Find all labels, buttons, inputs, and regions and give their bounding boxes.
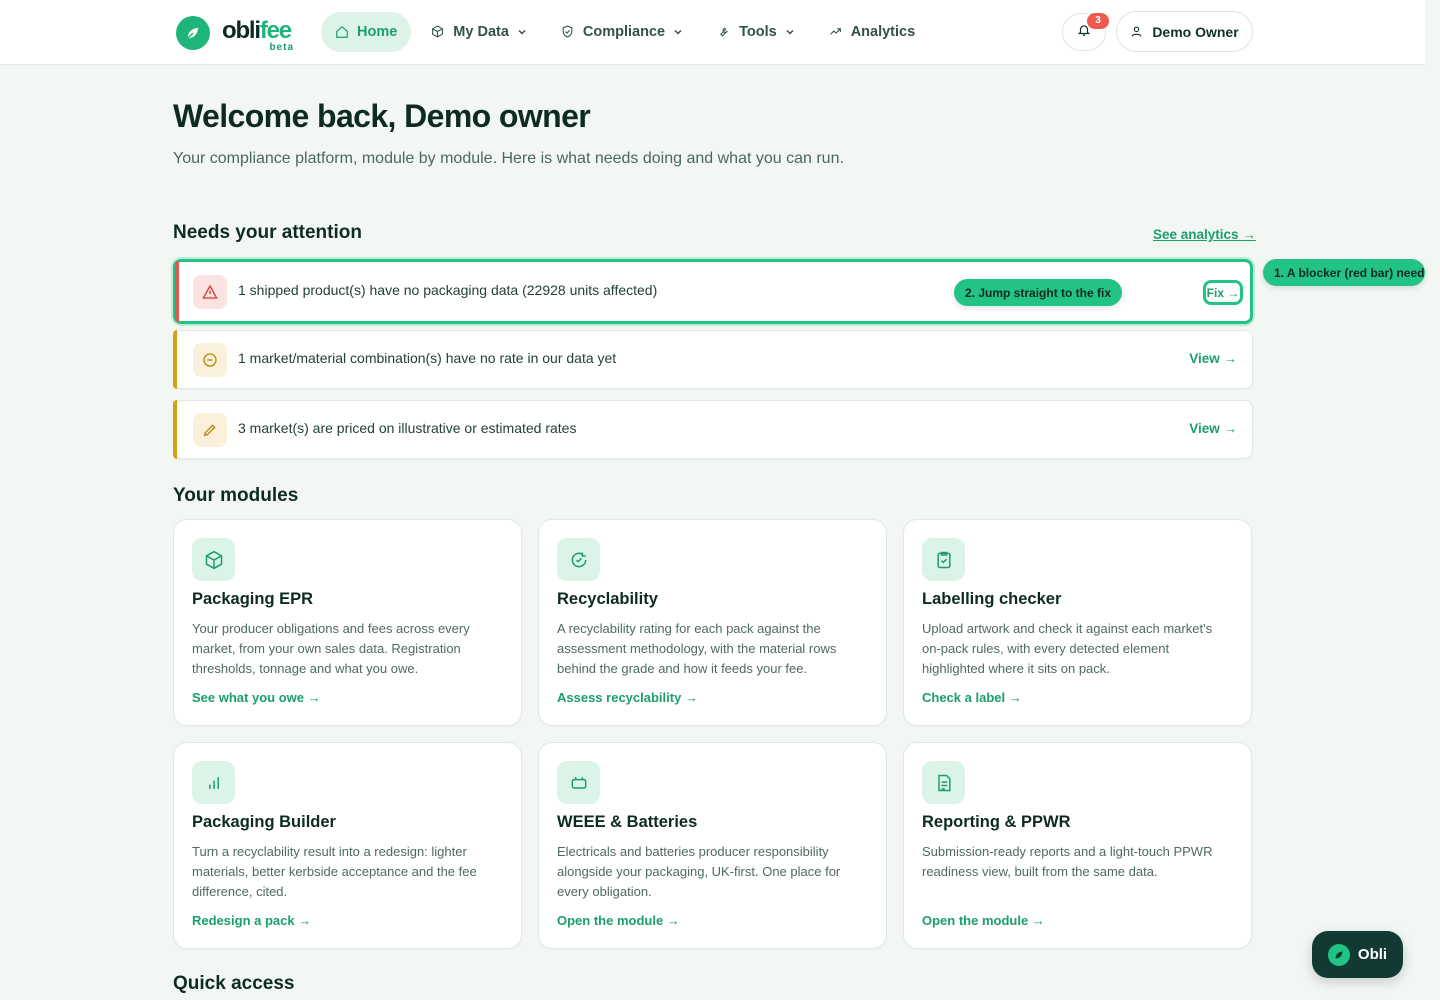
module-description: Electricals and batteries producer respo… [557, 844, 841, 899]
module-description: A recyclability rating for each pack aga… [557, 621, 837, 676]
user-icon [1130, 25, 1144, 39]
page-title: Welcome back, Demo owner [173, 98, 591, 134]
attention-item-estimated-rates[interactable]: 3 market(s) are priced on illustrative o… [173, 400, 1253, 459]
module-link[interactable]: Open the module → [557, 913, 680, 928]
module-description: Your producer obligations and fees acros… [192, 621, 470, 676]
nav-analytics[interactable]: Analytics [815, 12, 929, 52]
home-icon [335, 25, 349, 39]
module-card-packaging-epr[interactable]: Packaging EPR Your producer obligations … [173, 519, 522, 726]
attention-item-text: 3 market(s) are priced on illustrative o… [238, 420, 577, 436]
obli-assistant-button[interactable]: Obli [1312, 931, 1403, 978]
brand-wordmark: oblifee beta [222, 13, 294, 53]
module-description: Submission-ready reports and a light-tou… [922, 844, 1213, 879]
leaf-icon [1327, 943, 1350, 966]
module-title: Packaging EPR [192, 590, 314, 608]
cube-icon [431, 25, 445, 39]
chevron-down-icon [785, 27, 795, 37]
module-description: Turn a recyclability result into a redes… [192, 844, 477, 899]
warning-triangle-icon [193, 275, 227, 309]
user-name: Demo Owner [1152, 23, 1239, 40]
recycle-icon [557, 538, 600, 581]
module-card-recyclability[interactable]: Recyclability A recyclability rating for… [538, 519, 887, 726]
module-card-weee-batteries[interactable]: WEEE & Batteries Electricals and batteri… [538, 742, 887, 949]
nav-analytics-label: Analytics [850, 24, 916, 40]
module-title: Labelling checker [922, 590, 1062, 608]
module-link[interactable]: Redesign a pack → [192, 913, 311, 928]
attention-section-title: Needs your attention [173, 222, 362, 243]
module-title: Recyclability [557, 590, 658, 608]
severity-bar [173, 330, 177, 389]
obli-assistant-label: Obli [1357, 946, 1388, 963]
page-subtitle: Your compliance platform, module by modu… [173, 150, 844, 167]
module-card-packaging-builder[interactable]: Packaging Builder Turn a recyclability r… [173, 742, 522, 949]
user-menu-button[interactable]: Demo Owner [1116, 11, 1253, 52]
module-title: WEEE & Batteries [557, 813, 698, 831]
tour-step-1-tooltip: 1. A blocker (red bar) needs [1263, 259, 1425, 286]
module-link[interactable]: Assess recyclability → [557, 690, 698, 705]
trend-icon [829, 25, 843, 39]
notification-count-badge: 3 [1087, 13, 1109, 29]
module-description: Upload artwork and check it against each… [922, 621, 1213, 676]
severity-bar [175, 261, 179, 322]
clipboard-check-icon [922, 538, 965, 581]
attention-item-text: 1 market/material combination(s) have no… [238, 350, 617, 366]
chevron-down-icon [673, 27, 683, 37]
module-title: Packaging Builder [192, 813, 336, 831]
view-link[interactable]: View → [1189, 421, 1237, 436]
battery-icon [557, 761, 600, 804]
module-card-reporting-ppwr[interactable]: Reporting & PPWR Submission-ready report… [903, 742, 1252, 949]
module-link[interactable]: Check a label → [922, 690, 1022, 705]
brand-logo[interactable]: oblifee beta [176, 13, 294, 53]
nav-compliance-label: Compliance [582, 24, 666, 40]
top-navbar: oblifee beta Home My Data Compliance Too… [0, 0, 1425, 65]
pencil-icon [193, 413, 227, 447]
nav-home[interactable]: Home [321, 12, 412, 52]
nav-my-data-label: My Data [453, 24, 509, 40]
module-card-labelling-checker[interactable]: Labelling checker Upload artwork and che… [903, 519, 1252, 726]
shield-icon [561, 25, 575, 39]
nav-compliance[interactable]: Compliance [547, 12, 697, 52]
document-icon [922, 761, 965, 804]
attention-item-text: 1 shipped product(s) have no packaging d… [238, 282, 658, 298]
beta-tag: beta [269, 42, 294, 53]
minus-circle-icon [193, 343, 227, 377]
leaf-logo-icon [176, 16, 210, 50]
chevron-down-icon [517, 27, 527, 37]
severity-bar [173, 400, 177, 459]
attention-item-missing-rate[interactable]: 1 market/material combination(s) have no… [173, 330, 1253, 389]
modules-section-title: Your modules [173, 485, 299, 506]
view-link[interactable]: View → [1189, 351, 1237, 366]
nav-tools-label: Tools [739, 24, 777, 40]
module-title: Reporting & PPWR [922, 813, 1071, 831]
module-link[interactable]: See what you owe → [192, 690, 321, 705]
brand-name: obli [222, 17, 261, 44]
nav-tools[interactable]: Tools [703, 12, 809, 52]
package-icon [192, 538, 235, 581]
main-nav: Home My Data Compliance Tools Analytics [321, 12, 935, 52]
bar-chart-icon [192, 761, 235, 804]
module-link[interactable]: Open the module → [922, 913, 1045, 928]
see-analytics-link[interactable]: See analytics → [1153, 227, 1256, 242]
quick-access-section-title: Quick access [173, 973, 295, 994]
nav-my-data[interactable]: My Data [417, 12, 541, 52]
wrench-icon [717, 25, 731, 39]
brand-name-accent: fee [259, 17, 292, 44]
tour-step-2-tooltip: 2. Jump straight to the fix [954, 279, 1123, 306]
fix-button[interactable]: Fix → [1203, 280, 1243, 305]
nav-home-label: Home [357, 24, 398, 40]
